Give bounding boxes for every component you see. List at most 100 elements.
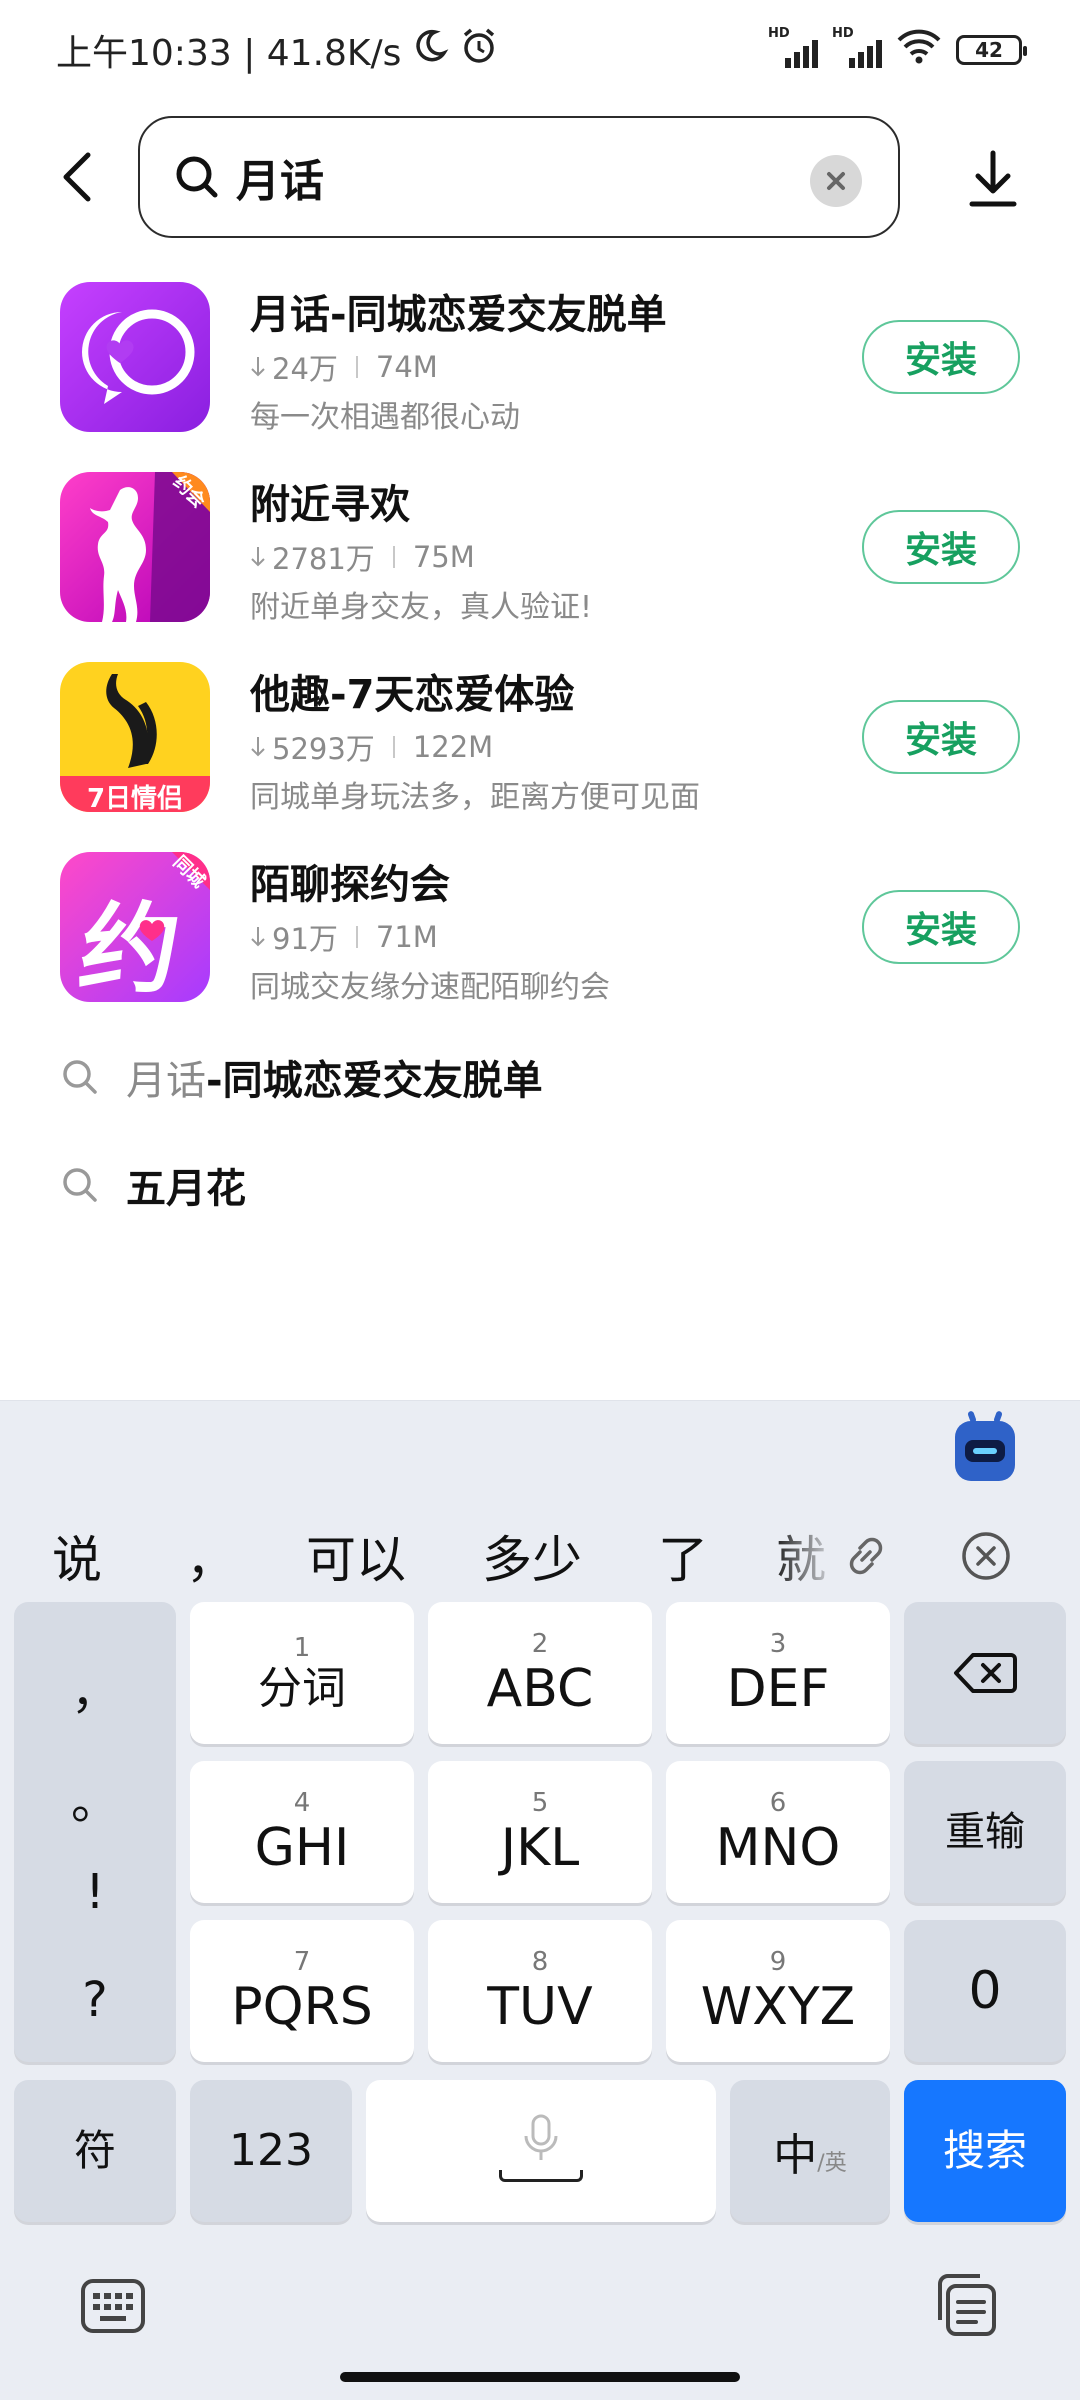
app-size: 74M	[375, 350, 438, 384]
install-button[interactable]: 安装	[862, 890, 1020, 964]
backspace-icon	[954, 1653, 1017, 1693]
keyboard-switch-button[interactable]	[80, 2278, 146, 2334]
close-candidates-icon	[962, 1532, 1010, 1580]
app-icon-moliao[interactable]: 约 同城	[60, 852, 210, 1002]
backspace-key[interactable]	[904, 1602, 1066, 1744]
app-list-item[interactable]: 月话-同城恋爱交友脱单 24万 74M 每一次相遇都很心动 安装	[0, 282, 1080, 472]
mic-icon	[524, 2114, 558, 2160]
suggestion-text: 月话-同城恋爱交友脱单	[126, 1048, 543, 1106]
key-7[interactable]: 7 PQRS	[190, 1920, 414, 2062]
symbol-key[interactable]: 符	[14, 2080, 176, 2222]
install-button[interactable]: 安装	[862, 320, 1020, 394]
punct-key[interactable]: 。	[14, 1762, 176, 1832]
suggestion-text: 五月花	[126, 1156, 246, 1214]
meta-divider	[355, 356, 358, 378]
key-3[interactable]: 3 DEF	[666, 1602, 890, 1744]
suggestion-rest: -同城恋爱交友脱单	[206, 1058, 543, 1104]
app-downloads: 24万	[272, 352, 338, 386]
meta-divider	[392, 736, 395, 758]
moon-icon	[411, 27, 449, 74]
downloads-icon	[251, 737, 265, 757]
link-button[interactable]	[836, 1526, 896, 1586]
install-button[interactable]: 安装	[862, 510, 1020, 584]
download-manager-button[interactable]	[960, 144, 1026, 214]
app-list-item[interactable]: 约 同城 陌聊探约会 91万 71M 同城交友缘分速配陌聊约会 安装	[0, 852, 1080, 1042]
app-size: 71M	[375, 920, 438, 954]
meta-divider	[392, 546, 395, 568]
space-voice-key[interactable]	[366, 2080, 716, 2222]
app-size: 75M	[412, 540, 475, 574]
alarm-icon	[459, 26, 499, 75]
downloads-icon	[251, 547, 265, 567]
assistant-robot-icon[interactable]	[955, 1421, 1015, 1481]
suggestion-rest: 五月花	[126, 1166, 246, 1212]
app-downloads: 91万	[272, 922, 338, 956]
language-label: 中/英	[773, 2130, 847, 2181]
key-5[interactable]: 5 JKL	[428, 1761, 652, 1903]
key-4[interactable]: 4 GHI	[190, 1761, 414, 1903]
status-left: 上午10:33 | 41.8K/s	[56, 24, 499, 76]
app-downloads: 2781万	[272, 542, 375, 576]
install-button[interactable]: 安装	[862, 700, 1020, 774]
key-9[interactable]: 9 WXYZ	[666, 1920, 890, 2062]
downloads-icon	[251, 357, 265, 377]
home-indicator[interactable]	[340, 2372, 740, 2382]
app-title[interactable]: 陌聊探约会	[250, 852, 450, 910]
close-candidates-button[interactable]	[956, 1526, 1016, 1586]
key-2[interactable]: 2 ABC	[428, 1602, 652, 1744]
punctuation-column[interactable]: ， 。 ! ?	[14, 1602, 176, 2062]
back-button[interactable]	[48, 142, 108, 212]
search-submit-key[interactable]: 搜索	[904, 2080, 1066, 2222]
meta-divider	[355, 926, 358, 948]
suggestion-highlight: 月话	[126, 1058, 206, 1104]
battery-indicator: 42	[956, 35, 1027, 65]
download-icon	[969, 150, 1017, 207]
app-description: 附近单身交友，真人验证!	[250, 590, 593, 625]
number-mode-key[interactable]: 123	[190, 2080, 352, 2222]
app-title[interactable]: 附近寻欢	[250, 472, 410, 530]
signal-1-icon: HD	[768, 26, 818, 68]
reinput-key[interactable]: 重输	[904, 1761, 1066, 1903]
app-downloads: 5293万	[272, 732, 375, 766]
signal-2-icon: HD	[832, 26, 882, 68]
search-suggestion-item[interactable]: 月话-同城恋爱交友脱单	[0, 1032, 1080, 1122]
app-list-item[interactable]: 7日情侣 他趣-7天恋爱体验 5293万 122M 同城单身玩法多，距离方便可见…	[0, 662, 1080, 852]
key-0[interactable]: 0	[904, 1920, 1066, 2062]
punct-key[interactable]: ?	[14, 1972, 176, 2028]
app-description: 同城交友缘分速配陌聊约会	[250, 970, 610, 1005]
status-bar: 上午10:33 | 41.8K/s HD HD 42	[0, 0, 1080, 100]
app-meta: 5293万 122M	[250, 726, 493, 768]
search-suggestion-item[interactable]: 五月花	[0, 1140, 1080, 1230]
search-icon	[63, 1168, 97, 1202]
app-icon-fujin[interactable]: 约会	[60, 472, 210, 622]
app-badge: 7日情侣	[86, 784, 184, 812]
app-list-item[interactable]: 约会 附近寻欢 2781万 75M 附近单身交友，真人验证! 安装	[0, 472, 1080, 662]
back-icon	[63, 152, 91, 202]
search-input[interactable]: 月话	[138, 116, 900, 238]
keyboard-icon	[81, 2279, 145, 2333]
app-icon-yuehua[interactable]	[60, 282, 210, 432]
app-meta: 91万 71M	[250, 916, 438, 958]
app-icon-taqu[interactable]: 7日情侣	[60, 662, 210, 812]
downloads-icon	[251, 927, 265, 947]
wifi-icon	[896, 28, 942, 73]
app-meta: 2781万 75M	[250, 536, 475, 578]
app-title[interactable]: 他趣-7天恋爱体验	[250, 662, 574, 720]
search-icon	[63, 1060, 97, 1094]
app-size: 122M	[412, 730, 494, 764]
key-1[interactable]: 1 分词	[190, 1602, 414, 1744]
punct-key[interactable]: !	[14, 1864, 176, 1920]
language-switch-key[interactable]: 中/英	[730, 2080, 890, 2222]
app-store-search-page: 上午10:33 | 41.8K/s HD HD 42 月话 月话-同城恋爱交友脱…	[0, 0, 1080, 2400]
status-time-speed: 上午10:33 | 41.8K/s	[56, 33, 402, 74]
app-description: 同城单身玩法多，距离方便可见面	[250, 780, 700, 815]
punct-key[interactable]: ，	[14, 1652, 176, 1722]
app-title[interactable]: 月话-同城恋爱交友脱单	[250, 282, 667, 340]
clipboard-button[interactable]	[934, 2272, 1000, 2338]
key-6[interactable]: 6 MNO	[666, 1761, 890, 1903]
app-description: 每一次相遇都很心动	[250, 400, 520, 435]
search-header: 月话	[0, 110, 1080, 240]
key-8[interactable]: 8 TUV	[428, 1920, 652, 2062]
clear-search-button[interactable]	[810, 155, 862, 207]
status-right: HD HD 42	[768, 26, 1027, 73]
